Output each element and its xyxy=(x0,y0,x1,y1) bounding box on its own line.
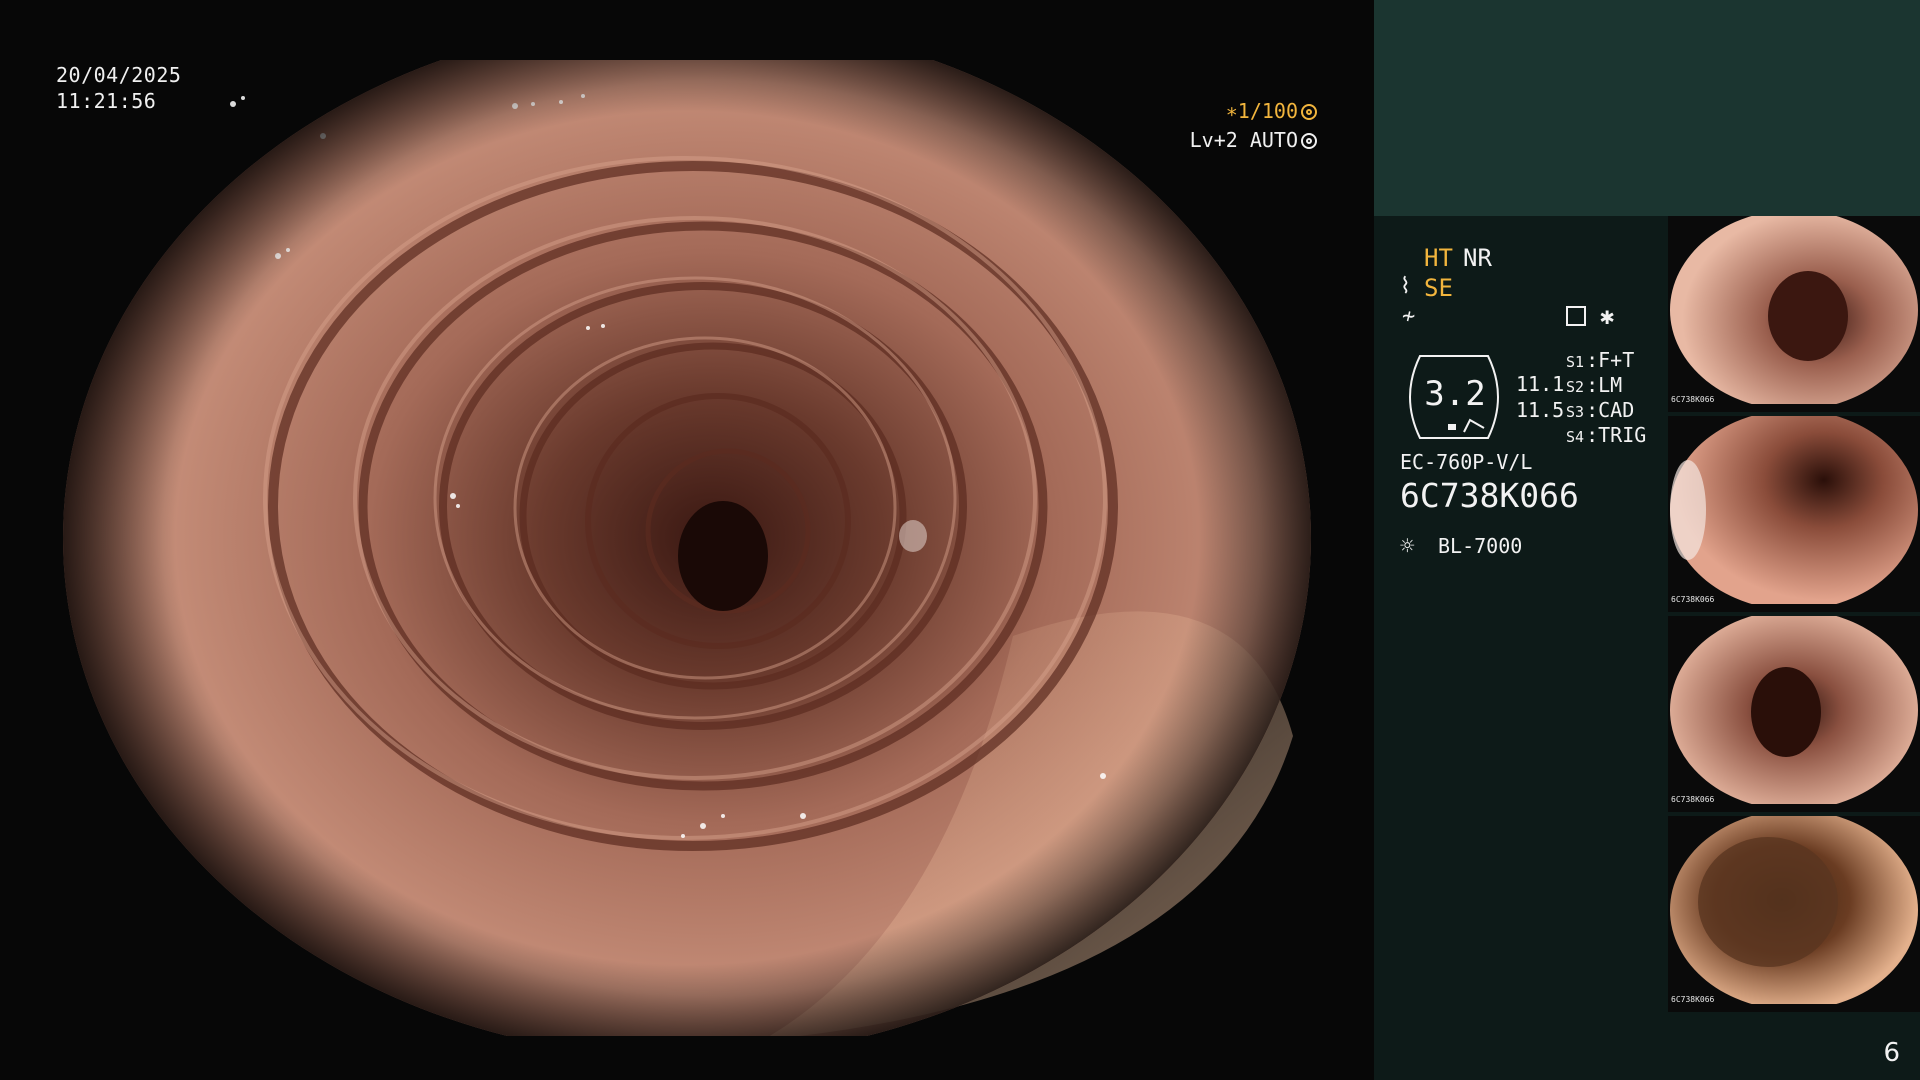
thumbnail-4[interactable]: 6C738K066 xyxy=(1668,816,1920,1012)
switch-s1-value: F+T xyxy=(1598,348,1635,372)
thumbnail-caption: 6C738K066 xyxy=(1671,595,1715,604)
switch-s3-value: CAD xyxy=(1598,398,1635,422)
ht-indicator: HT xyxy=(1424,244,1453,272)
settings-list-icon xyxy=(1566,306,1586,326)
scope-serial: 6C738K066 xyxy=(1400,476,1579,515)
switch-s2-key: S2 xyxy=(1566,378,1585,396)
page-number: 6 xyxy=(1883,1038,1900,1068)
thumbnail-caption: 6C738K066 xyxy=(1671,795,1715,804)
endoscopy-view xyxy=(63,60,1311,1036)
switch-s4: S4:TRIG xyxy=(1566,423,1647,447)
thumbnail-caption: 6C738K066 xyxy=(1671,395,1715,404)
thumbnail-3[interactable]: 6C738K066 xyxy=(1668,616,1920,812)
panel-header-area xyxy=(1374,0,1920,216)
light-source-model: BL-7000 xyxy=(1438,534,1523,558)
endoscopy-image xyxy=(63,60,1311,1036)
switch-s4-value: TRIG xyxy=(1598,423,1647,447)
gauge-value: 3.2 xyxy=(1424,374,1486,414)
switch-s1-key: S1 xyxy=(1566,353,1585,371)
thumbnail-1[interactable]: 6C738K066 xyxy=(1668,216,1920,412)
thumbnail-image xyxy=(1670,416,1918,604)
shutter-text: ∗1/100 xyxy=(1225,99,1298,123)
shutter-icon xyxy=(1301,104,1317,120)
brightness-level: Lv+2 AUTO xyxy=(1190,128,1317,152)
date-time-overlay: 20/04/2025 11:21:56 xyxy=(56,62,181,114)
switch-s2: S2:LM xyxy=(1566,373,1623,397)
switch-s3-key: S3 xyxy=(1566,403,1585,421)
se-indicator: SE xyxy=(1424,274,1453,302)
time-text: 11:21:56 xyxy=(56,89,157,113)
thumbnail-image xyxy=(1670,616,1918,804)
asterisk-indicator: ✱ xyxy=(1600,302,1615,330)
date-text: 20/04/2025 xyxy=(56,63,182,87)
switch-s2-value: LM xyxy=(1598,373,1623,397)
zoom-left-value: 11.1 xyxy=(1516,372,1565,396)
switch-s3: S3:CAD xyxy=(1566,398,1635,422)
switch-s1: S1:F+T xyxy=(1566,348,1635,372)
auto-iris-icon xyxy=(1301,133,1317,149)
thumbnail-image xyxy=(1670,216,1918,404)
zoom-right-value: 11.5 xyxy=(1516,398,1565,422)
structure-enhance-icon: ⌇ xyxy=(1400,274,1411,299)
shutter-speed: ∗1/100 xyxy=(1226,99,1317,123)
thumbnail-2[interactable]: 6C738K066 xyxy=(1668,416,1920,612)
scope-model: EC-760P-V/L xyxy=(1400,450,1533,474)
thumbnail-caption: 6C738K066 xyxy=(1671,995,1715,1004)
thumbnail-image xyxy=(1670,816,1918,1004)
switch-s4-key: S4 xyxy=(1566,428,1585,446)
level-text: Lv+2 AUTO xyxy=(1189,128,1298,152)
color-mode-icon: ≁ xyxy=(1402,304,1416,329)
light-source-icon: ☼ xyxy=(1400,532,1415,560)
nr-indicator: NR xyxy=(1463,244,1492,272)
